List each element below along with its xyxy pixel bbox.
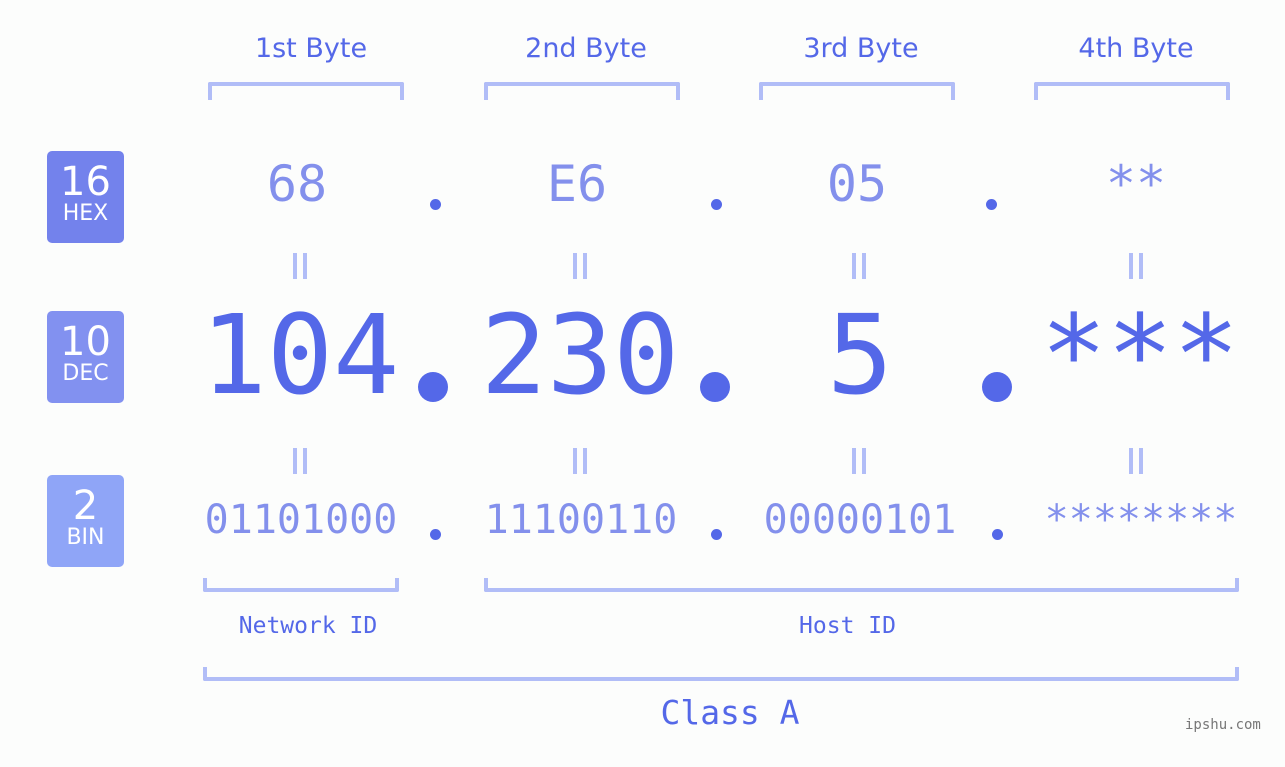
bin-value-1: 01101000 [204,497,398,543]
equals-icon [573,247,587,288]
dec-badge-label: DEC [62,361,109,386]
class-label: Class A [660,693,800,732]
equals-icon [852,442,866,483]
host-id-label: Host ID [799,613,896,639]
hex-badge: 16 HEX [47,151,124,243]
dec-badge-number: 10 [60,319,111,365]
bin-separator-1 [430,529,441,540]
byte-bracket-2 [484,82,680,100]
dec-value-1: 104 [200,291,400,419]
byte-header-2: 2nd Byte [525,33,647,64]
bin-separator-2 [711,529,722,540]
bin-value-3: 00000101 [763,497,957,543]
dec-value-3: 5 [826,291,894,419]
bin-separator-3 [992,529,1003,540]
hex-value-1: 68 [266,155,328,213]
hex-separator-3 [986,199,997,210]
dec-badge: 10 DEC [47,311,124,403]
bin-badge-label: BIN [66,525,105,550]
bin-value-2: 11100110 [484,497,678,543]
bin-value-4: ******** [1044,497,1238,543]
byte-header-4: 4th Byte [1078,33,1194,64]
dec-separator-3 [982,372,1012,402]
hex-value-4: ** [1105,155,1167,213]
hex-badge-number: 16 [60,159,111,205]
dec-separator-1 [418,372,448,402]
equals-icon [573,442,587,483]
byte-header-1: 1st Byte [254,33,368,64]
equals-icon [1129,247,1143,288]
network-id-bracket [203,578,399,592]
dec-value-4: *** [1040,291,1240,419]
equals-icon [852,247,866,288]
bin-badge: 2 BIN [47,475,124,567]
equals-icon [293,247,307,288]
dec-value-2: 230 [480,291,680,419]
equals-icon [1129,442,1143,483]
hex-separator-2 [711,199,722,210]
class-bracket [203,667,1239,681]
byte-bracket-3 [759,82,955,100]
hex-separator-1 [430,199,441,210]
byte-bracket-4 [1034,82,1230,100]
network-id-label: Network ID [238,613,378,639]
dec-separator-2 [700,372,730,402]
hex-badge-label: HEX [62,201,109,226]
watermark: ipshu.com [1185,717,1261,733]
byte-bracket-1 [208,82,404,100]
bin-badge-number: 2 [72,483,99,529]
byte-header-3: 3rd Byte [803,33,919,64]
hex-value-3: 05 [826,155,888,213]
host-id-bracket [484,578,1239,592]
equals-icon [293,442,307,483]
hex-value-2: E6 [546,155,608,213]
